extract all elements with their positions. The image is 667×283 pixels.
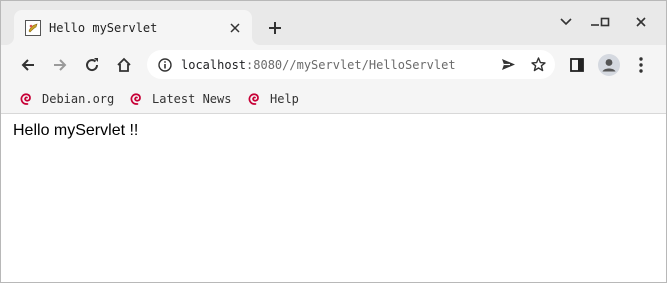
bookmark-label: Latest News <box>152 92 232 106</box>
bookmark-star-icon[interactable] <box>528 55 548 75</box>
browser-window: Hello myServlet localhost:8080//myServle… <box>0 0 667 283</box>
bookmark-latest-news[interactable]: Latest News <box>129 89 231 109</box>
tab-close-icon[interactable] <box>226 19 244 37</box>
tab-title: Hello myServlet <box>49 20 158 35</box>
side-panel-icon <box>570 58 584 72</box>
plus-icon <box>269 22 281 34</box>
avatar-icon <box>598 54 620 76</box>
bookmark-label: Help <box>270 92 299 106</box>
debian-swirl-icon <box>129 92 143 106</box>
debian-swirl-icon <box>19 92 33 106</box>
url-host: localhost <box>181 57 247 72</box>
menu-button[interactable] <box>630 54 652 76</box>
url-path: :8080//myServlet/HelloServlet <box>246 57 456 72</box>
arrow-left-icon <box>21 59 34 71</box>
reload-button[interactable] <box>81 54 103 76</box>
side-panel-button[interactable] <box>566 54 588 76</box>
home-icon <box>117 57 131 72</box>
bookmark-label: Debian.org <box>42 92 115 106</box>
forward-button[interactable] <box>49 54 71 76</box>
back-button[interactable] <box>17 54 39 76</box>
tab-strip: Hello myServlet <box>1 1 666 45</box>
url-text[interactable]: localhost:8080//myServlet/HelloServlet <box>181 58 498 72</box>
page-content: Hello myServlet !! <box>1 114 666 282</box>
new-tab-button[interactable] <box>265 18 285 38</box>
send-icon[interactable] <box>498 55 518 75</box>
toolbar: localhost:8080//myServlet/HelloServlet <box>1 45 666 85</box>
bookmark-debian-org[interactable]: Debian.org <box>19 89 114 109</box>
tab-search-button[interactable] <box>558 14 574 30</box>
maximize-icon <box>600 17 610 27</box>
address-bar[interactable]: localhost:8080//myServlet/HelloServlet <box>147 50 555 79</box>
reload-icon <box>86 58 99 72</box>
bookmark-help[interactable]: Help <box>247 89 299 109</box>
close-icon <box>636 17 646 27</box>
page-favicon-icon <box>25 19 41 36</box>
home-button[interactable] <box>113 54 135 76</box>
bookmarks-bar: Debian.org Latest News Help <box>1 85 666 114</box>
window-close-button[interactable] <box>633 14 649 30</box>
arrow-right-icon <box>54 59 67 71</box>
maximize-button[interactable] <box>597 14 613 30</box>
debian-swirl-icon <box>247 92 261 106</box>
kebab-menu-icon <box>639 57 643 73</box>
page-body-text: Hello myServlet !! <box>13 122 139 139</box>
tab-hello-myservlet[interactable]: Hello myServlet <box>14 10 252 45</box>
profile-button[interactable] <box>598 54 620 76</box>
site-info-icon[interactable] <box>157 57 173 73</box>
chevron-down-icon <box>560 18 572 26</box>
